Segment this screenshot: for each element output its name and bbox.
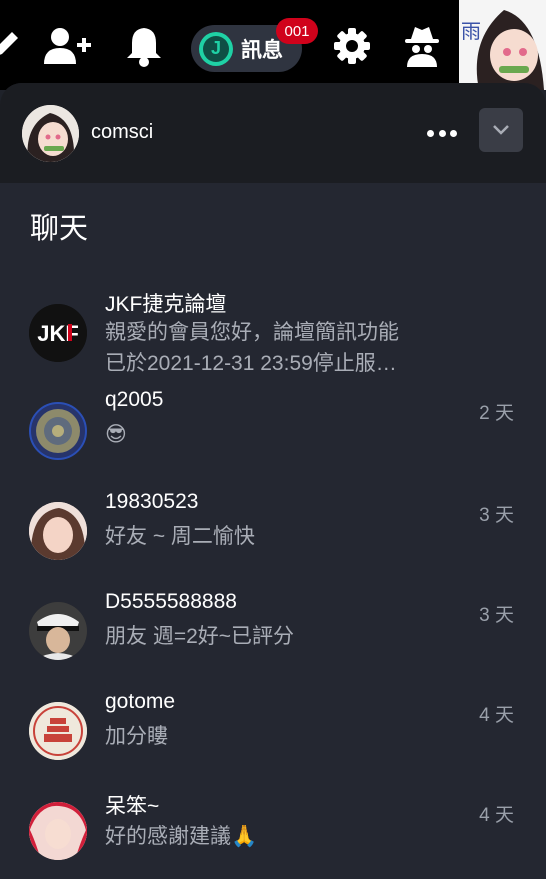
- avatar: [29, 402, 87, 460]
- edit-icon[interactable]: [0, 24, 20, 68]
- chat-name: JKF捷克論壇: [105, 293, 227, 316]
- avatar: JKF: [29, 304, 87, 362]
- chat-preview: 朋友 週=2好~已評分: [105, 625, 295, 648]
- chat-time: 3 天: [479, 605, 514, 626]
- avatar: [29, 502, 87, 560]
- chat-preview: 好的感謝建議🙏: [105, 825, 258, 848]
- chat-preview: 加分瞜: [105, 725, 168, 748]
- chat-name: 19830523: [105, 490, 199, 513]
- chat-item-d5555588888[interactable]: D5555588888 朋友 週=2好~已評分 3 天: [0, 590, 546, 702]
- chat-name: D5555588888: [105, 590, 237, 613]
- gear-icon[interactable]: [332, 24, 372, 68]
- chat-name: q2005: [105, 388, 164, 411]
- chat-item-q2005[interactable]: q2005 😎 2 天: [0, 388, 546, 501]
- more-options-icon[interactable]: [427, 121, 457, 145]
- chat-name: gotome: [105, 690, 176, 713]
- username: comsci: [91, 121, 154, 143]
- avatar: [29, 702, 87, 760]
- chat-item-19830523[interactable]: 19830523 好友 ~ 周二愉快 3 天: [0, 490, 546, 602]
- chat-item-jkf[interactable]: JKF JKF捷克論壇 親愛的會員您好，論壇簡訊功能 已於2021-12-31 …: [0, 273, 546, 383]
- panel-header: comsci: [0, 83, 546, 183]
- chat-preview: 好友 ~ 周二愉快: [105, 525, 255, 548]
- avatar: [29, 802, 87, 860]
- jkf-logo-icon: J: [199, 31, 233, 66]
- incognito-icon[interactable]: [403, 24, 441, 68]
- profile-avatar[interactable]: 雨: [459, 0, 546, 90]
- avatar-corner-text: 雨: [461, 19, 481, 43]
- avatar: [29, 602, 87, 660]
- chat-preview-line2: 已於2021-12-31 23:59停止服…: [105, 352, 397, 375]
- chat-preview: 親愛的會員您好，論壇簡訊功能: [105, 321, 399, 344]
- chat-item-gotome[interactable]: gotome 加分瞜 4 天: [0, 690, 546, 802]
- chat-time: 4 天: [479, 805, 514, 826]
- bell-icon[interactable]: [123, 24, 165, 68]
- chat-time: 3 天: [479, 505, 514, 526]
- chat-panel: comsci 聊天 JKF JKF捷克論壇 親愛的會員您好，論壇簡訊功能 已於2…: [0, 83, 546, 879]
- chevron-down-icon[interactable]: [479, 108, 523, 152]
- section-title: 聊天: [30, 213, 89, 245]
- avatar-jkf-text: JKF: [37, 321, 79, 346]
- chat-item-daiben[interactable]: 呆笨~ 好的感謝建議🙏 4 天: [0, 795, 546, 879]
- messages-label: 訊息: [241, 38, 283, 62]
- logo-letter: J: [203, 35, 229, 62]
- top-navigation-bar: J 訊息 001 雨: [0, 0, 546, 90]
- user-avatar[interactable]: [22, 105, 79, 162]
- messages-count-badge: 001: [276, 18, 318, 44]
- chat-time: 4 天: [479, 705, 514, 726]
- chat-time: 2 天: [479, 403, 514, 424]
- chat-preview: 😎: [105, 423, 127, 446]
- chat-name: 呆笨~: [105, 795, 160, 818]
- add-user-icon[interactable]: [43, 24, 93, 68]
